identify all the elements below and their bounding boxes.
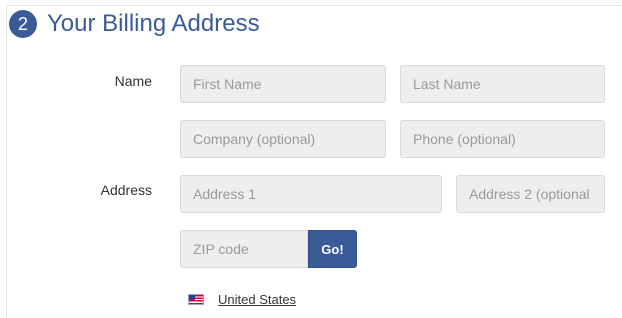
phone-field[interactable] — [400, 120, 605, 158]
last-name-field[interactable] — [400, 65, 605, 103]
first-name-field[interactable] — [180, 65, 386, 103]
address-2-field[interactable] — [456, 175, 605, 213]
name-label: Name — [114, 73, 152, 89]
step-number-badge: 2 — [9, 10, 37, 38]
zip-code-field[interactable] — [180, 230, 308, 268]
address-label: Address — [100, 182, 152, 198]
billing-address-panel — [6, 5, 622, 318]
country-link[interactable]: United States — [218, 292, 296, 307]
go-button[interactable]: Go! — [308, 230, 357, 268]
address-1-field[interactable] — [180, 175, 442, 213]
country-selector[interactable]: United States — [188, 292, 296, 307]
section-title: Your Billing Address — [47, 10, 260, 37]
us-flag-icon — [188, 294, 204, 305]
company-field[interactable] — [180, 120, 386, 158]
